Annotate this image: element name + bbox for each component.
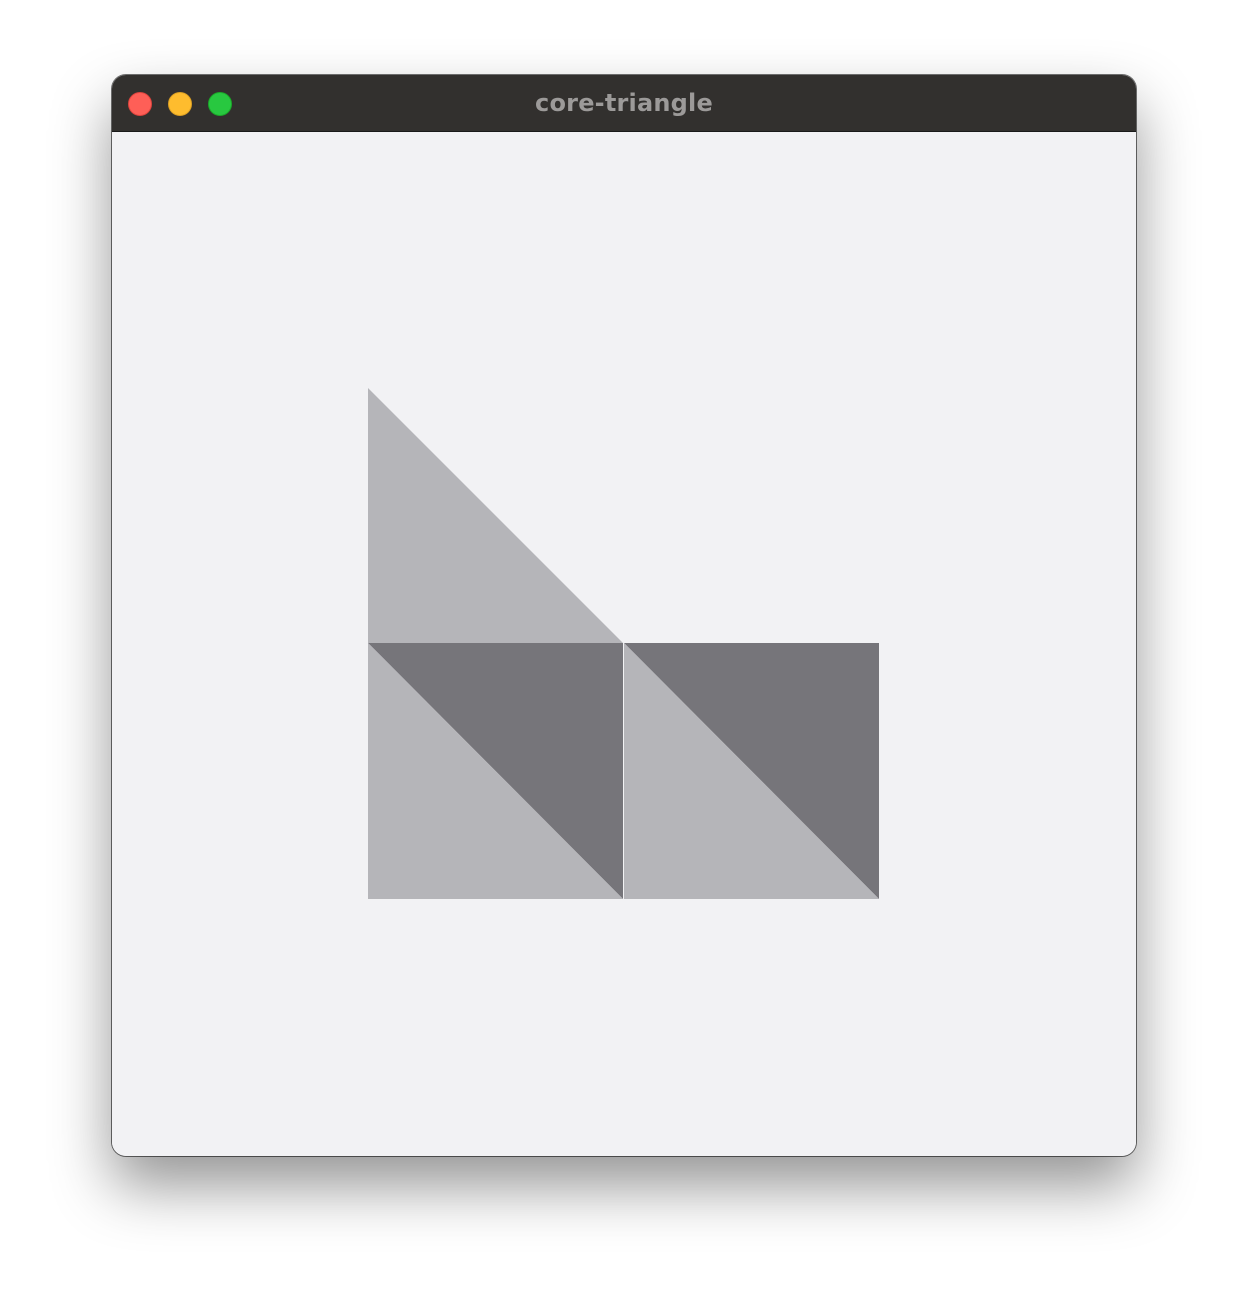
render-canvas [112, 132, 1136, 1156]
title-bar[interactable]: core-triangle [112, 75, 1136, 132]
triangle-top-light [368, 388, 623, 643]
window-title: core-triangle [535, 89, 713, 117]
app-window: core-triangle [112, 75, 1136, 1156]
triangle-scene [368, 388, 879, 899]
